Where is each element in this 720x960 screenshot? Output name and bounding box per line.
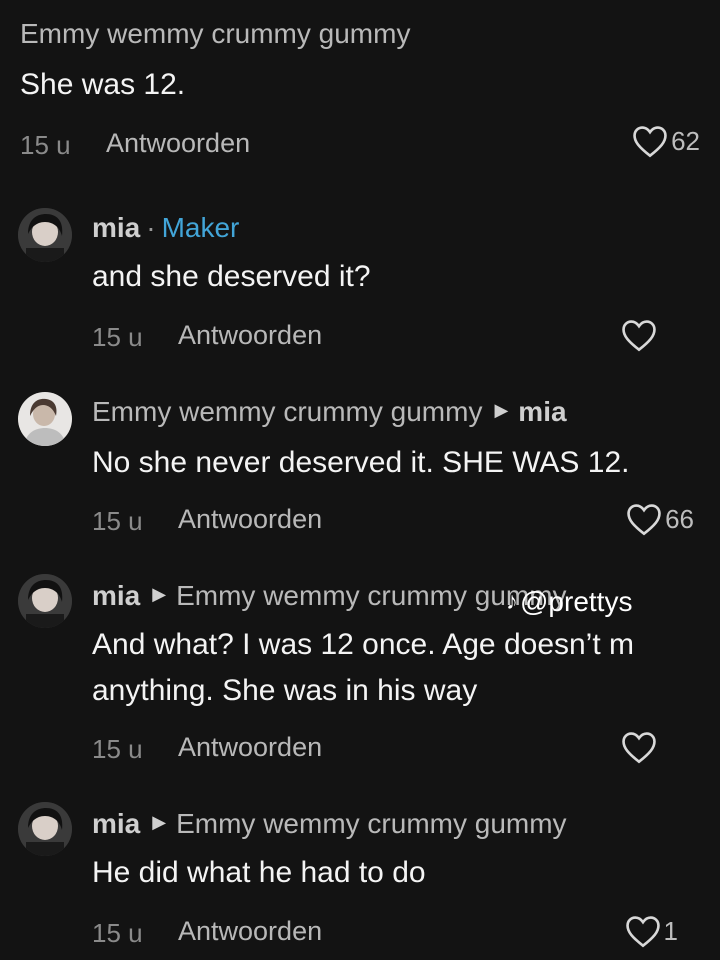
reply-arrow-icon: ▶ bbox=[152, 812, 167, 833]
heart-icon bbox=[622, 320, 656, 352]
avatar-image bbox=[18, 208, 72, 262]
like-button[interactable]: 62 bbox=[631, 124, 700, 158]
heart-icon bbox=[622, 732, 656, 764]
reply-arrow-icon: ▶ bbox=[494, 400, 509, 421]
like-count: 1 bbox=[663, 915, 678, 946]
reply-arrow-icon: ▶ bbox=[152, 584, 167, 605]
comment-header: Emmy wemmy crummy gummy ▶ mia bbox=[92, 396, 567, 428]
reply-button[interactable]: Antwoorden bbox=[178, 732, 322, 763]
like-button[interactable] bbox=[620, 318, 658, 352]
like-button[interactable] bbox=[620, 730, 658, 764]
comment-time: 15 u bbox=[92, 506, 143, 536]
comment-time: 15 u bbox=[92, 734, 143, 764]
comment-username[interactable]: mia bbox=[92, 808, 140, 839]
avatar[interactable] bbox=[18, 392, 72, 446]
avatar-image bbox=[18, 802, 72, 856]
like-count: 66 bbox=[665, 503, 694, 534]
like-count: 62 bbox=[671, 125, 700, 156]
tiktok-logo-icon: ♪ bbox=[506, 588, 518, 615]
like-button[interactable]: 1 bbox=[624, 914, 678, 948]
comment-username[interactable]: Emmy wemmy crummy gummy bbox=[20, 18, 410, 50]
avatar-image bbox=[18, 392, 72, 446]
comment-text: and she deserved it? bbox=[92, 260, 371, 293]
tiktok-watermark: ♪ @prettys bbox=[506, 586, 632, 618]
watermark-handle: @prettys bbox=[520, 586, 633, 617]
heart-icon bbox=[625, 916, 660, 948]
comment-text-line-1: And what? I was 12 once. Age doesn’t m bbox=[92, 628, 635, 661]
heart-icon bbox=[633, 126, 667, 158]
comment-header: mia ▶ Emmy wemmy crummy gummy bbox=[92, 808, 567, 840]
reply-to-username[interactable]: mia bbox=[518, 396, 566, 427]
comment-username[interactable]: Emmy wemmy crummy gummy bbox=[92, 396, 482, 427]
reply-button[interactable]: Antwoorden bbox=[178, 504, 322, 535]
comment-username[interactable]: mia bbox=[92, 212, 140, 243]
reply-button[interactable]: Antwoorden bbox=[178, 916, 322, 947]
creator-badge: Maker bbox=[161, 212, 240, 243]
comment-time: 15 u bbox=[20, 130, 71, 160]
like-button[interactable]: 66 bbox=[625, 502, 694, 536]
comment-text-line-2: anything. She was in his way bbox=[92, 674, 478, 707]
separator-dot: · bbox=[146, 212, 156, 243]
avatar[interactable] bbox=[18, 574, 72, 628]
comment-header: mia ▶ Emmy wemmy crummy gummy bbox=[92, 580, 567, 612]
avatar[interactable] bbox=[18, 802, 72, 856]
comment-username[interactable]: mia bbox=[92, 580, 140, 611]
comment-text: He did what he had to do bbox=[92, 856, 426, 889]
comment-time: 15 u bbox=[92, 918, 143, 948]
comment-text: No she never deserved it. SHE WAS 12. bbox=[92, 446, 630, 479]
comment-text: She was 12. bbox=[20, 68, 186, 101]
avatar-image bbox=[18, 574, 72, 628]
comment-header: mia · Maker bbox=[92, 212, 239, 244]
reply-to-username[interactable]: Emmy wemmy crummy gummy bbox=[176, 808, 566, 839]
reply-button[interactable]: Antwoorden bbox=[106, 128, 250, 159]
avatar[interactable] bbox=[18, 208, 72, 262]
reply-button[interactable]: Antwoorden bbox=[178, 320, 322, 351]
heart-icon bbox=[627, 504, 661, 536]
comment-time: 15 u bbox=[92, 322, 143, 352]
